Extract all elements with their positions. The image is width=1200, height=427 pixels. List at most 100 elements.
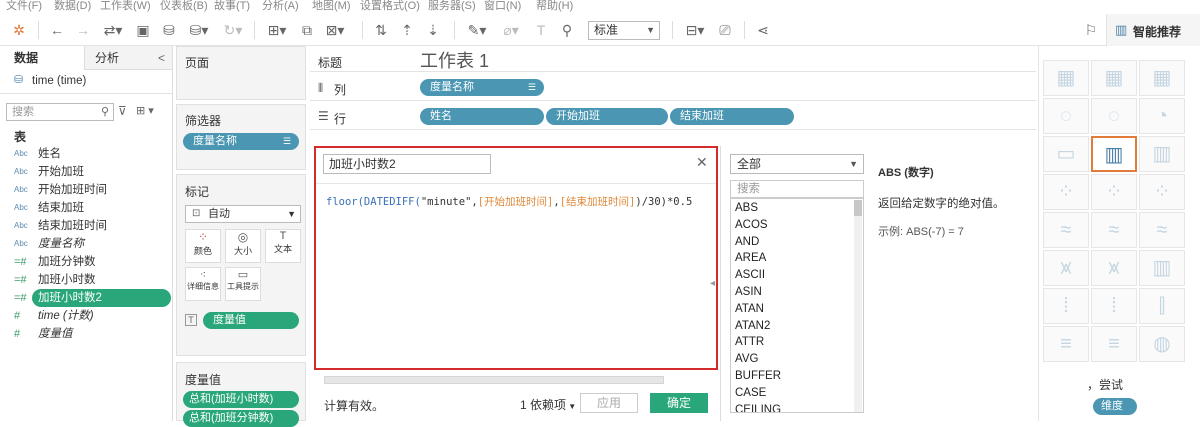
share-icon[interactable]: ⋖ [752, 19, 774, 41]
chart-type-thumbnail[interactable]: ▭ [1043, 136, 1089, 172]
new-sheet-icon[interactable]: ⊞▾ [262, 19, 292, 41]
function-list[interactable]: ABS ACOS AND AREA ASCII ASIN ATAN ATAN2 ATTR AVG B… [730, 198, 864, 413]
redo-icon[interactable]: → [72, 19, 94, 41]
chart-type-thumbnail[interactable]: ⫿ [1139, 288, 1185, 324]
highlight-icon[interactable]: ✎▾ [462, 19, 492, 41]
field-item[interactable]: =# 加班小时数 [0, 271, 172, 289]
chart-type-thumbnail[interactable]: ▦ [1043, 60, 1089, 96]
close-icon[interactable]: ✕ [696, 154, 708, 171]
chart-type-thumbnail[interactable]: ⁞ [1043, 288, 1089, 324]
function-item[interactable]: CEILING [735, 404, 781, 412]
calc-name-input[interactable]: 加班小时数2 [323, 154, 491, 174]
save-icon[interactable]: ▣ [132, 19, 154, 41]
datasource-menu-icon[interactable]: ⛁▾ [184, 19, 214, 41]
menu-help[interactable]: 帮助(H) [536, 0, 573, 12]
show-cards-icon[interactable]: ⊟▾ [680, 19, 710, 41]
sort-desc-icon[interactable]: ⇣ [422, 19, 444, 41]
chart-type-thumbnail[interactable]: ◌ [1091, 98, 1137, 134]
text-button[interactable]: T 文本 [265, 229, 301, 263]
chart-type-thumbnail[interactable]: ▥ [1139, 250, 1185, 286]
mv-pill-minutes[interactable]: 总和(加班分钟数) [183, 410, 299, 427]
measure-values-shelf[interactable]: 度量值 总和(加班小时数) 总和(加班分钟数) [176, 362, 306, 427]
columns-pill[interactable]: 度量名称 ☰ [420, 79, 544, 96]
field-item[interactable]: =# 加班小时数2 [0, 289, 172, 307]
detail-button[interactable]: ⁖ 详细信息 [185, 267, 221, 301]
function-item[interactable]: BUFFER [735, 370, 781, 382]
function-item[interactable]: ABS [735, 202, 758, 214]
menu-analysis[interactable]: 分析(A) [262, 0, 299, 12]
rows-shelf[interactable]: ☰ 行 姓名 开始加班 结束加班 [310, 104, 1036, 130]
field-item[interactable]: # time (计数) [0, 307, 172, 325]
field-item[interactable]: Abc 结束加班时间 [0, 217, 172, 235]
presentation-mode-icon[interactable]: ⎚ [714, 19, 736, 41]
chart-type-thumbnail[interactable]: ◌ [1043, 98, 1089, 134]
pin-icon[interactable]: ⚲ [556, 19, 578, 41]
color-button[interactable]: ⁘ 颜色 [185, 229, 221, 263]
pages-shelf[interactable]: 页面 [176, 46, 306, 100]
field-item[interactable]: Abc 开始加班 [0, 163, 172, 181]
filter-pill[interactable]: 度量名称 ☰ [183, 133, 299, 150]
columns-shelf[interactable]: ⫴ 列 度量名称 ☰ [310, 75, 1036, 101]
new-datasource-icon[interactable]: ⛁ [158, 19, 180, 41]
chart-type-thumbnail[interactable]: ⁞ [1091, 288, 1137, 324]
menu-window[interactable]: 窗口(N) [484, 0, 521, 12]
refresh-icon[interactable]: ↻▾ [218, 19, 248, 41]
sheet-title[interactable]: 工作表 1 [420, 47, 489, 73]
function-item[interactable]: ACOS [735, 219, 768, 231]
field-item[interactable]: Abc 度量名称 [0, 235, 172, 253]
marks-pill-measure-values[interactable]: 度量值 [203, 312, 299, 329]
chart-type-thumbnail[interactable]: ⩙ [1091, 250, 1137, 286]
function-item[interactable]: ATAN [735, 303, 764, 315]
menu-story[interactable]: 故事(T) [214, 0, 250, 12]
tooltip-button[interactable]: ▭ 工具提示 [225, 267, 261, 301]
mark-type-select[interactable]: ⊡ 自动 ▼ [185, 205, 301, 223]
formula-editor[interactable]: floor(DATEDIFF("minute",[开始加班时间],[结束加班时间… [326, 194, 692, 209]
chart-type-thumbnail[interactable]: ⩙ [1043, 250, 1089, 286]
sort-asc-icon[interactable]: ⇡ [396, 19, 418, 41]
chart-type-thumbnail[interactable]: ▥ [1091, 136, 1137, 172]
pin-panel-icon[interactable]: ⚐ [1080, 19, 1102, 41]
fit-select[interactable]: 标准 ▼ [588, 21, 660, 40]
rows-pill-end[interactable]: 结束加班 [670, 108, 794, 125]
function-item[interactable]: ASCII [735, 269, 765, 281]
chart-type-thumbnail[interactable]: ◍ [1139, 326, 1185, 362]
chart-type-thumbnail[interactable]: ◔ [1139, 98, 1185, 134]
smart-recommend-tab[interactable]: ▥ 智能推荐 [1106, 14, 1200, 46]
rows-pill-name[interactable]: 姓名 [420, 108, 544, 125]
tab-data[interactable]: 数据 [0, 46, 84, 70]
filters-shelf[interactable]: 筛选器 度量名称 ☰ [176, 104, 306, 170]
function-item[interactable]: AND [735, 236, 759, 248]
field-item[interactable]: =# 加班分钟数 [0, 253, 172, 271]
swap-data-icon[interactable]: ⇄▾ [98, 19, 128, 41]
clear-sheet-icon[interactable]: ⊠▾ [320, 19, 350, 41]
duplicate-sheet-icon[interactable]: ⧉ [296, 19, 318, 41]
function-item[interactable]: ATTR [735, 336, 764, 348]
function-list-scrollbar[interactable] [854, 200, 862, 412]
field-item[interactable]: Abc 结束加班 [0, 199, 172, 217]
function-item[interactable]: AREA [735, 252, 766, 264]
filter-icon[interactable]: ⊽ [118, 104, 127, 118]
menu-dashboard[interactable]: 仪表板(B) [160, 0, 208, 12]
chart-type-thumbnail[interactable]: ▥ [1139, 136, 1185, 172]
field-search-input[interactable]: 搜索 ⚲ [6, 103, 114, 121]
collapse-panel-icon[interactable]: < [158, 51, 165, 65]
menu-file[interactable]: 文件(F) [6, 0, 42, 12]
function-item[interactable]: CASE [735, 387, 766, 399]
datasource-name[interactable]: time (time) [32, 75, 86, 87]
rows-pill-start[interactable]: 开始加班 [546, 108, 668, 125]
function-search-input[interactable]: 搜索 [730, 180, 864, 198]
chart-type-thumbnail[interactable]: ⁘ [1139, 174, 1185, 210]
function-item[interactable]: AVG [735, 353, 758, 365]
menu-format[interactable]: 设置格式(O) [360, 0, 420, 12]
chart-type-thumbnail[interactable]: ≡ [1043, 326, 1089, 362]
tableau-logo-icon[interactable]: ✲ [8, 19, 30, 41]
collapse-functions-icon[interactable]: ◂ [710, 278, 715, 289]
chart-type-thumbnail[interactable]: ≈ [1091, 212, 1137, 248]
size-button[interactable]: ◎ 大小 [225, 229, 261, 263]
group-icon[interactable]: ⌀▾ [496, 19, 526, 41]
ok-button[interactable]: 确定 [650, 393, 708, 413]
swap-rows-cols-icon[interactable]: ⇅ [370, 19, 392, 41]
function-item[interactable]: ATAN2 [735, 320, 770, 332]
chart-type-thumbnail[interactable]: ⁘ [1043, 174, 1089, 210]
function-category-select[interactable]: 全部 ▼ [730, 154, 864, 174]
